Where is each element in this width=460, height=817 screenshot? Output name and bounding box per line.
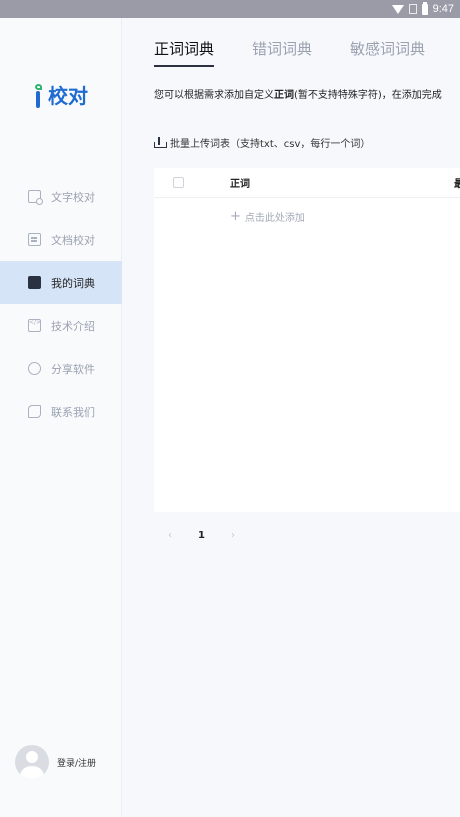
logo-icon	[34, 84, 46, 108]
code-icon	[28, 319, 41, 332]
login-register[interactable]: 登录/注册	[15, 745, 96, 779]
sidebar-item-text-check[interactable]: 文字校对	[0, 175, 122, 218]
select-all-checkbox[interactable]	[173, 177, 184, 188]
sidebar-item-label: 文档校对	[51, 233, 95, 247]
avatar[interactable]	[15, 745, 49, 779]
table-header: 正词 最	[154, 168, 460, 198]
sidebar-item-share[interactable]: 分享软件	[0, 347, 122, 390]
doc-check-icon	[28, 233, 41, 246]
wifi-icon	[391, 4, 404, 14]
sidebar-nav: 文字校对 文档校对 我的词典 技术介绍 分享软件 联系我们	[0, 175, 122, 433]
sidebar-item-label: 文字校对	[51, 190, 95, 204]
battery-icon	[421, 1, 428, 15]
app-logo: 校对	[34, 84, 88, 108]
sidebar-item-label: 分享软件	[51, 362, 95, 376]
word-table: 正词 最 + 点击此处添加	[154, 168, 460, 512]
status-time: 9:47	[432, 3, 454, 15]
bulk-upload-label: 批量上传词表（支持txt、csv，每行一个词）	[170, 139, 371, 150]
main-content: 正词词典 错词词典 敏感词词典 您可以根据需求添加自定义正词(暂不支持特殊字符)…	[123, 18, 460, 817]
sidebar-item-label: 技术介绍	[51, 319, 95, 333]
status-icons: 9:47	[391, 0, 454, 18]
upload-icon	[154, 137, 167, 148]
sidebar-item-my-dictionary[interactable]: 我的词典	[0, 261, 122, 304]
description-text: 您可以根据需求添加自定义正词(暂不支持特殊字符)，在添加完成	[154, 90, 442, 101]
plus-icon: +	[230, 209, 241, 224]
logo-text: 校对	[48, 84, 88, 108]
add-word-button[interactable]: + 点击此处添加	[230, 209, 305, 224]
text-check-icon	[28, 190, 43, 205]
share-icon	[28, 362, 41, 375]
column-header-word: 正词	[230, 179, 250, 190]
pagination: ‹ 1 ›	[164, 530, 239, 541]
next-page-icon[interactable]: ›	[227, 530, 239, 541]
tab-wrong-words[interactable]: 错词词典	[252, 38, 312, 67]
sidebar-item-tech-intro[interactable]: 技术介绍	[0, 304, 122, 347]
column-header-next: 最	[454, 179, 460, 190]
book-icon	[28, 276, 41, 289]
sidebar-item-label: 联系我们	[51, 405, 95, 419]
add-word-label: 点击此处添加	[244, 213, 305, 224]
tab-sensitive-words[interactable]: 敏感词词典	[350, 38, 425, 67]
bulk-upload-button[interactable]: 批量上传词表（支持txt、csv，每行一个词）	[154, 135, 370, 150]
prev-page-icon[interactable]: ‹	[164, 530, 176, 541]
sidebar-item-label: 我的词典	[51, 276, 95, 290]
sim-icon	[408, 4, 417, 14]
page-number[interactable]: 1	[198, 530, 205, 541]
sidebar-item-doc-check[interactable]: 文档校对	[0, 218, 122, 261]
dictionary-tabs: 正词词典 错词词典 敏感词词典	[154, 38, 460, 67]
sidebar-item-contact[interactable]: 联系我们	[0, 390, 122, 433]
phone-icon	[28, 405, 41, 418]
sidebar: 校对 文字校对 文档校对 我的词典 技术介绍 分享软件 联系我们 登录/注册	[0, 18, 122, 817]
login-label[interactable]: 登录/注册	[57, 756, 96, 769]
status-bar: 9:47	[0, 0, 460, 18]
tab-correct-words[interactable]: 正词词典	[154, 38, 215, 67]
